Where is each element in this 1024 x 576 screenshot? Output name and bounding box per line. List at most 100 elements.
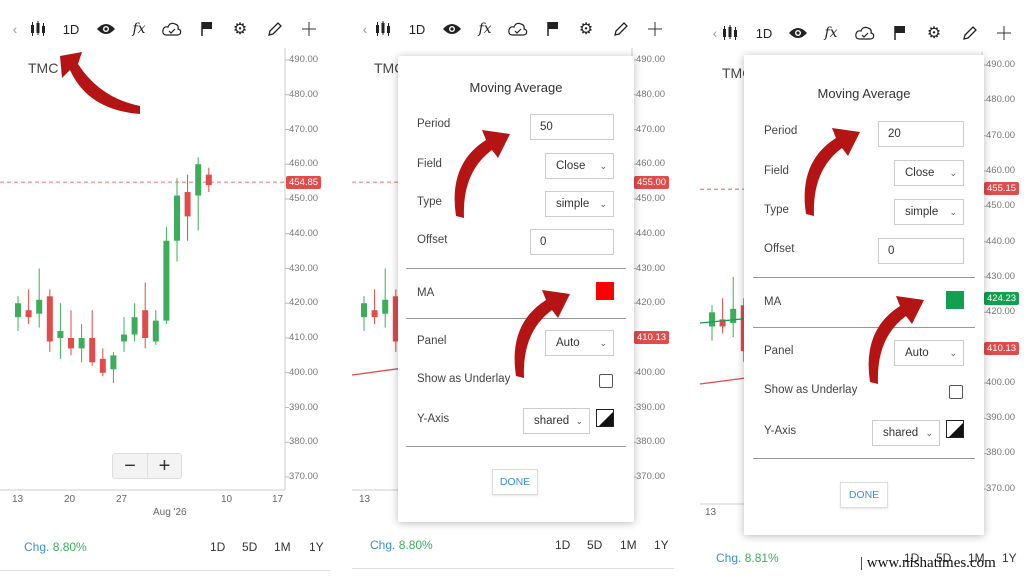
price-label: 370.00 bbox=[986, 482, 1016, 494]
period-input[interactable]: 50 bbox=[530, 114, 614, 140]
candle-body bbox=[46, 296, 53, 342]
yaxis-style-swatch[interactable] bbox=[596, 409, 614, 427]
candle-body bbox=[110, 355, 117, 370]
cloud-icon[interactable] bbox=[852, 20, 878, 46]
eye-icon[interactable] bbox=[93, 16, 119, 42]
current-price-tag: 455.15 bbox=[984, 182, 1020, 195]
candle-body bbox=[78, 338, 85, 349]
price-label: 400.00 bbox=[986, 376, 1016, 388]
yaxis-style-swatch[interactable] bbox=[946, 420, 964, 438]
period-selector[interactable]: 1D bbox=[404, 16, 430, 42]
change-label: Chg. bbox=[370, 538, 396, 552]
yaxis-select-value: shared bbox=[883, 427, 919, 439]
date-label: 13 bbox=[705, 507, 717, 518]
range-1d-button[interactable]: 1D bbox=[555, 538, 570, 552]
zoom-out-button[interactable]: − bbox=[113, 454, 147, 478]
divider bbox=[753, 458, 975, 459]
pencil-icon[interactable] bbox=[608, 16, 634, 42]
fx-studies-icon[interactable]: fx bbox=[472, 16, 498, 42]
eye-icon[interactable] bbox=[785, 20, 811, 46]
period-selector[interactable]: 1D bbox=[58, 16, 84, 42]
period-input[interactable]: 20 bbox=[878, 121, 964, 147]
red-arrow-annotation bbox=[514, 290, 570, 378]
cloud-icon[interactable] bbox=[159, 16, 185, 42]
range-1y-button[interactable]: 1Y bbox=[1002, 551, 1017, 565]
type-label: Type bbox=[764, 204, 789, 216]
field-select[interactable]: Close ⌄ bbox=[545, 153, 614, 179]
date-label: 17 bbox=[272, 494, 284, 505]
range-1d-button[interactable]: 1D bbox=[210, 540, 225, 554]
price-label: 470.00 bbox=[636, 123, 666, 135]
candlestick-chart[interactable] bbox=[0, 48, 330, 518]
gear-icon[interactable]: ⚙ bbox=[573, 16, 599, 42]
candle-body bbox=[152, 320, 159, 342]
done-button[interactable]: DONE bbox=[492, 469, 538, 495]
price-label: 370.00 bbox=[636, 471, 666, 482]
chevron-down-icon: ⌄ bbox=[599, 160, 607, 171]
chevron-down-icon: ⌄ bbox=[575, 415, 583, 426]
done-button[interactable]: DONE bbox=[840, 482, 888, 508]
field-select-value: Close bbox=[556, 160, 586, 172]
change-indicator: Chg. 8.80% bbox=[24, 540, 87, 554]
price-label: 450.00 bbox=[636, 193, 666, 204]
underlay-label: Show as Underlay bbox=[417, 373, 511, 385]
flag-icon[interactable] bbox=[887, 20, 913, 46]
type-select[interactable]: simple ⌄ bbox=[545, 191, 614, 217]
candle-body bbox=[142, 310, 149, 338]
ma-price-tag: 424.23 bbox=[984, 292, 1020, 305]
range-5d-button[interactable]: 5D bbox=[242, 540, 257, 554]
red-arrow-annotation bbox=[454, 130, 510, 218]
yaxis-select[interactable]: shared ⌄ bbox=[523, 408, 590, 434]
offset-input[interactable]: 0 bbox=[878, 238, 964, 264]
candle-body bbox=[184, 192, 191, 217]
change-label: Chg. bbox=[716, 551, 742, 565]
period-selector[interactable]: 1D bbox=[751, 20, 777, 46]
eye-icon[interactable] bbox=[439, 16, 465, 42]
pencil-icon[interactable] bbox=[262, 16, 288, 42]
current-price-tag: 454.85 bbox=[286, 176, 322, 189]
fx-studies-icon[interactable]: fx bbox=[818, 20, 844, 46]
price-label: 420.00 bbox=[636, 297, 666, 309]
underlay-checkbox[interactable] bbox=[949, 385, 963, 399]
candle-chart-icon[interactable] bbox=[370, 16, 396, 42]
ma-label: MA bbox=[764, 296, 782, 308]
candle-body bbox=[174, 195, 180, 241]
candle-chart-icon[interactable] bbox=[717, 20, 743, 46]
range-1m-button[interactable]: 1M bbox=[620, 538, 637, 552]
change-value: 8.81% bbox=[744, 551, 779, 565]
flag-icon[interactable] bbox=[540, 16, 566, 42]
price-label: 430.00 bbox=[636, 262, 666, 274]
offset-input[interactable]: 0 bbox=[530, 229, 614, 255]
change-indicator: Chg. 8.81% bbox=[716, 551, 779, 565]
underlay-checkbox[interactable] bbox=[599, 374, 613, 388]
date-label: 20 bbox=[64, 494, 76, 505]
range-1y-button[interactable]: 1Y bbox=[309, 540, 324, 554]
gear-icon[interactable]: ⚙ bbox=[921, 20, 947, 46]
range-5d-button[interactable]: 5D bbox=[587, 538, 602, 552]
flag-icon[interactable] bbox=[194, 16, 220, 42]
yaxis-label: Y-Axis bbox=[764, 425, 797, 437]
candle-body bbox=[57, 331, 64, 338]
zoom-in-button[interactable]: + bbox=[147, 454, 181, 478]
type-select[interactable]: simple ⌄ bbox=[894, 199, 964, 225]
range-1y-button[interactable]: 1Y bbox=[654, 538, 669, 552]
chevron-down-icon: ⌄ bbox=[949, 167, 957, 178]
crosshair-icon[interactable] bbox=[296, 16, 322, 42]
change-value: 8.80% bbox=[398, 538, 433, 552]
ma-color-swatch[interactable] bbox=[596, 282, 614, 300]
cloud-icon[interactable] bbox=[505, 16, 531, 42]
yaxis-select[interactable]: shared ⌄ bbox=[872, 420, 940, 446]
crosshair-icon[interactable] bbox=[642, 16, 668, 42]
candle-body bbox=[382, 299, 389, 314]
period-label: Period bbox=[764, 125, 798, 137]
gear-icon[interactable]: ⚙ bbox=[227, 16, 253, 42]
ma-color-swatch[interactable] bbox=[946, 291, 964, 309]
crosshair-icon[interactable] bbox=[991, 20, 1017, 46]
field-select[interactable]: Close ⌄ bbox=[894, 160, 964, 186]
price-label: 490.00 bbox=[986, 59, 1016, 70]
fx-studies-icon[interactable]: fx bbox=[126, 16, 152, 42]
range-1m-button[interactable]: 1M bbox=[274, 540, 291, 554]
price-label: 480.00 bbox=[289, 88, 319, 100]
candle-chart-icon[interactable] bbox=[25, 16, 51, 42]
pencil-icon[interactable] bbox=[957, 20, 983, 46]
